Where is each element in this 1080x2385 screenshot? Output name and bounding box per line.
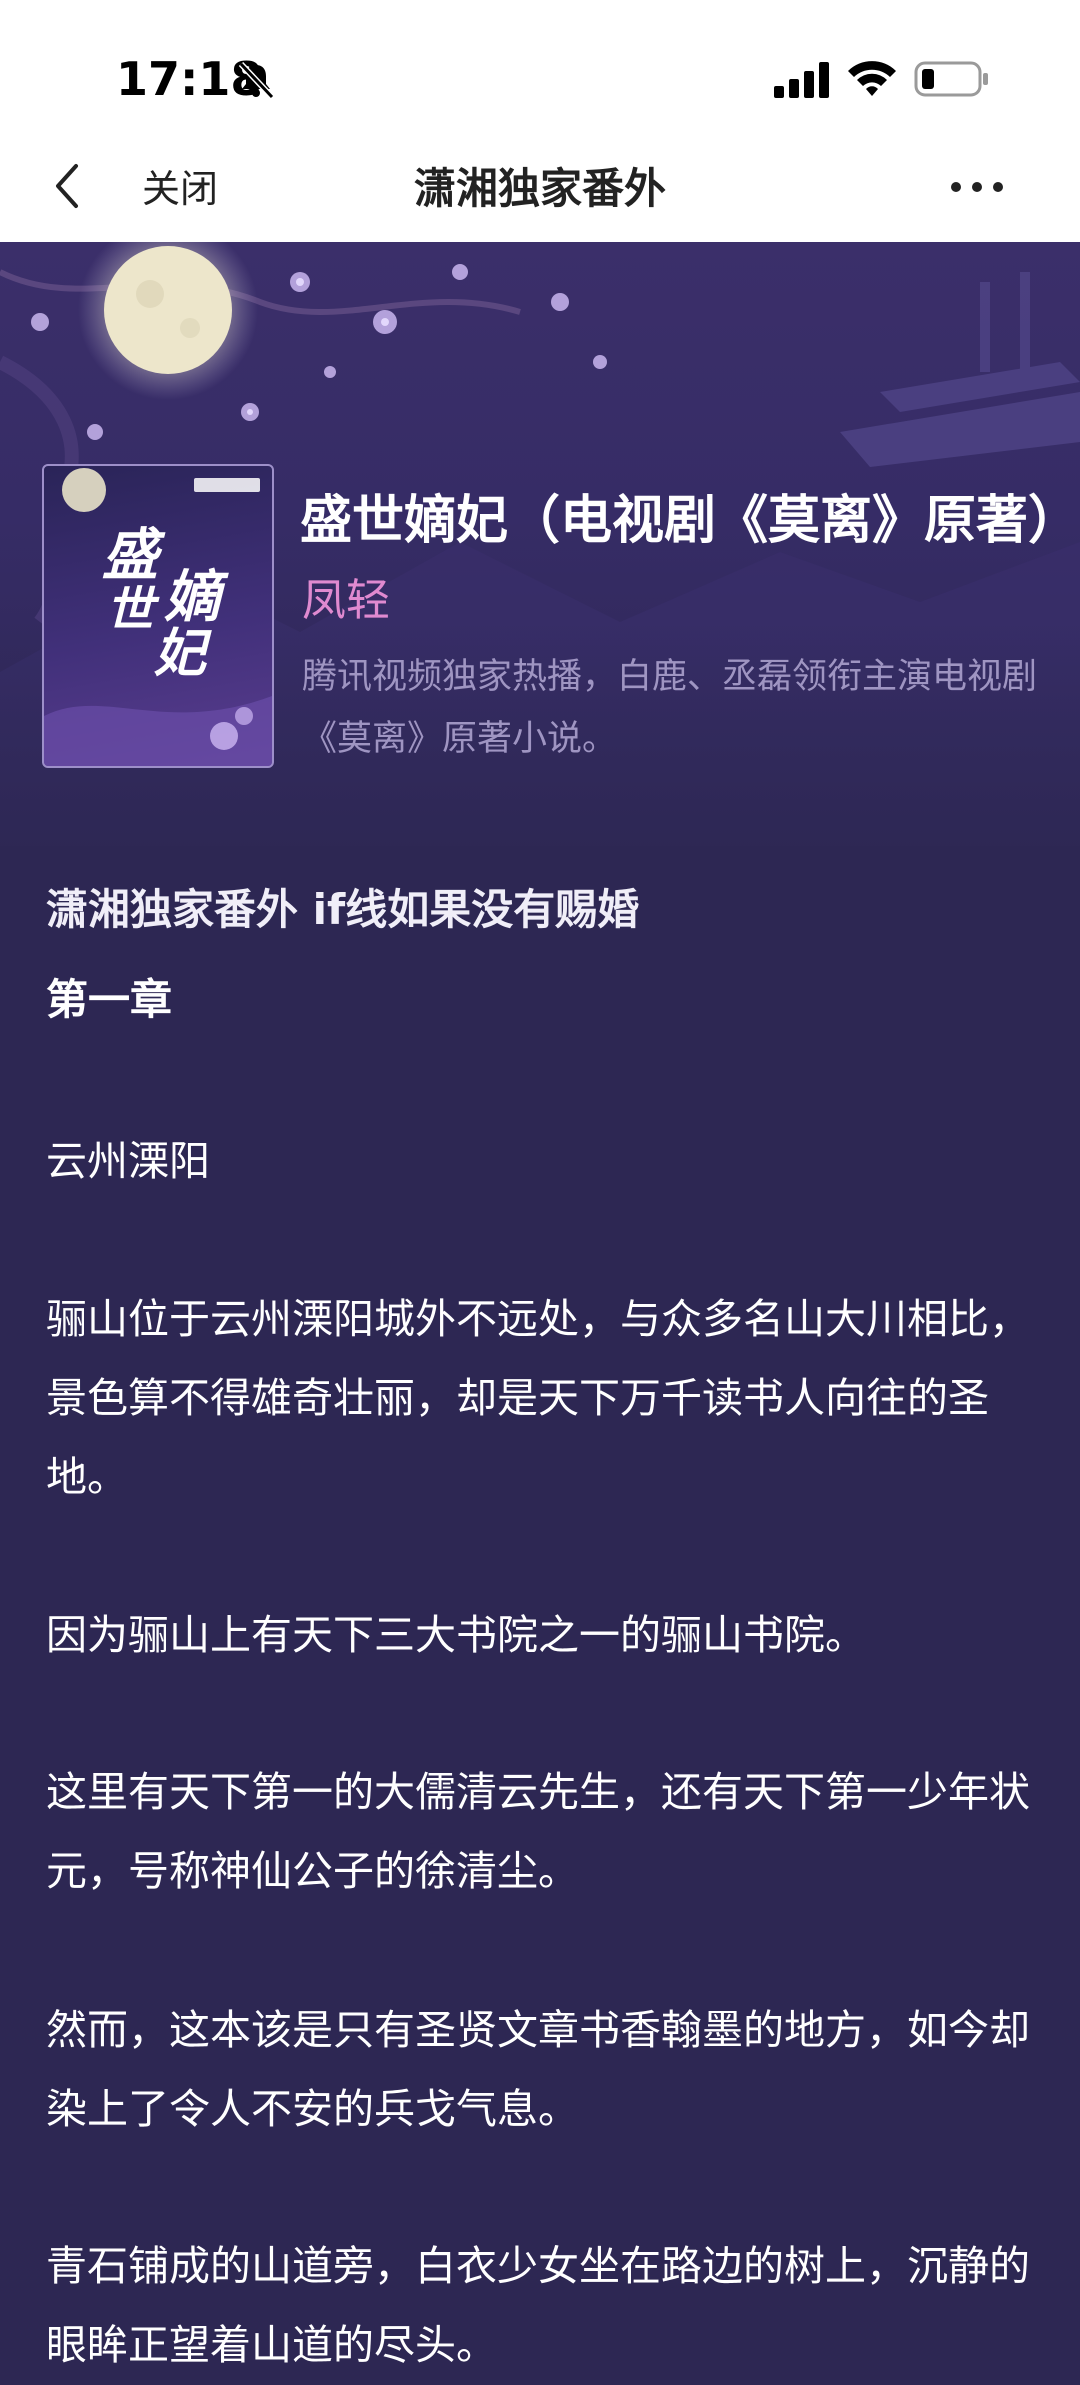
wifi-icon — [848, 61, 896, 96]
paragraph: 这里有天下第一的大儒清云先生，还有天下第一少年状元，号称神仙公子的徐清尘。 — [46, 1768, 1030, 1895]
cellular-signal-icon — [774, 62, 829, 98]
book-title: 盛世嫡妃（电视剧《莫离》原著） — [300, 491, 1080, 551]
chapter-heading: 第一章 — [46, 975, 173, 1024]
paragraph: 因为骊山上有天下三大书院之一的骊山书院。 — [46, 1611, 866, 1659]
book-cover[interactable]: 盛 世 嫡 妃 — [42, 464, 274, 768]
page-title: 潇湘独家番外 — [413, 164, 666, 213]
status-bar: 17:18 — [0, 0, 1080, 140]
paragraph: 云州溧阳 — [46, 1137, 210, 1185]
svg-text:世: 世 — [106, 582, 160, 638]
book-banner[interactable]: 盛 世 嫡 妃 盛世嫡妃（电视剧《莫离》原著） 凤轻 腾讯视频独家热播，白鹿、丞… — [0, 242, 1080, 846]
content-title: 潇湘独家番外 if线如果没有赐婚 — [46, 885, 640, 934]
book-cover-art: 盛 世 嫡 妃 — [44, 468, 272, 766]
nav-bar: 关闭 潇湘独家番外 — [0, 140, 1080, 243]
book-author: 凤轻 — [302, 575, 390, 626]
paragraph: 然而，这本该是只有圣贤文章书香翰墨的地方，如今却染上了令人不安的兵戈气息。 — [46, 2006, 1030, 2133]
bell-muted-icon — [238, 61, 275, 100]
svg-text:妃: 妃 — [154, 623, 212, 684]
book-description: 腾讯视频独家热播，白鹿、丞磊领衔主演电视剧《莫离》原著小说。 — [302, 657, 1038, 759]
paragraph: 骊山位于云州溧阳城外不远处，与众多名山大川相比，景色算不得雄奇壮丽，却是天下万千… — [46, 1295, 1030, 1501]
paragraph: 青石铺成的山道旁，白衣少女坐在路边的树上，沉静的眼眸正望着山道的尽头。 — [46, 2242, 1030, 2369]
svg-text:盛: 盛 — [102, 522, 166, 588]
battery-icon — [914, 61, 988, 97]
more-dots-icon[interactable] — [948, 162, 1006, 212]
svg-text:嫡: 嫡 — [164, 564, 229, 630]
